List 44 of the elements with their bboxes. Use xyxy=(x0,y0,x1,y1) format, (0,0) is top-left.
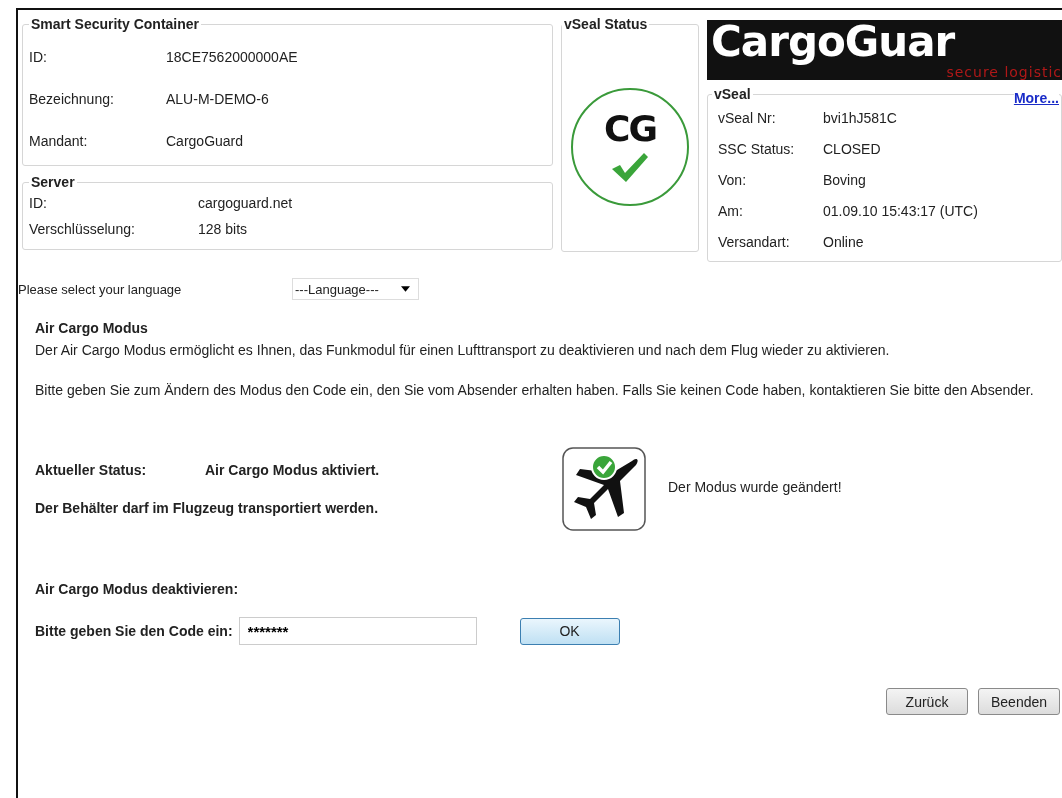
language-label: Please select your language xyxy=(18,281,183,297)
back-button[interactable]: Zurück xyxy=(886,688,968,715)
field-label: Versandart: xyxy=(718,233,791,250)
ok-button[interactable]: OK xyxy=(519,617,620,645)
field-label: SSC Status: xyxy=(718,140,796,157)
logo-name: CargoGuar xyxy=(710,20,955,64)
section-title: Air Cargo Modus xyxy=(35,320,149,336)
section-title: Air Cargo Modus deaktivieren: xyxy=(35,581,240,597)
group-title: vSeal Status xyxy=(563,16,649,32)
group-title: Server xyxy=(30,174,76,190)
status-value: Air Cargo Modus aktiviert. xyxy=(205,462,380,478)
field-value: cargoguard.net xyxy=(198,195,293,211)
caret-icon xyxy=(400,286,410,292)
more-link[interactable]: More... xyxy=(1013,90,1059,106)
field-value: Online xyxy=(823,233,864,250)
seal-logo-text: CG xyxy=(604,111,656,147)
field-label: Am: xyxy=(718,202,744,219)
field-value: 128 bits xyxy=(198,221,248,237)
field-label: Bezeichnung: xyxy=(29,91,115,107)
field-label: ID: xyxy=(29,195,48,211)
status-message: Der Modus wurde geändert! xyxy=(668,479,842,495)
field-label: Von: xyxy=(718,171,748,188)
paragraph: Der Air Cargo Modus ermöglicht es Ihnen, das Funkmodul für einen Lufttransport zu deaktivieren und nach dem Flug wieder zu aktivieren. xyxy=(35,341,891,360)
finish-button[interactable]: Beenden xyxy=(978,688,1060,715)
group-title: Smart Security Container xyxy=(30,16,201,32)
field-value: CLOSED xyxy=(823,140,881,157)
field-label: vSeal Nr: xyxy=(718,109,777,126)
paragraph: Bitte geben Sie zum Ändern des Modus den Code ein, den Sie vom Absender erhalten haben. Falls Sie keinen Code haben, kontaktieren Sie bitte den Absender. xyxy=(35,381,1035,400)
field-value: CargoGuard xyxy=(166,133,244,149)
status-label: Aktueller Status: xyxy=(35,462,148,478)
field-label: Mandant: xyxy=(29,133,89,149)
group-title: vSeal xyxy=(713,86,752,102)
code-label: Bitte geben Sie den Code ein: xyxy=(35,623,233,639)
language-dropdown[interactable]: ---Language--- xyxy=(292,278,419,300)
field-value: 01.09.10 15:43:17 (UTC) xyxy=(823,202,978,219)
logo-tagline: secure logistic xyxy=(946,64,1062,80)
field-value: Boving xyxy=(823,171,866,188)
field-value: bvi1hJ581C xyxy=(823,109,897,126)
field-label: Verschlüsselung: xyxy=(29,221,136,237)
code-input-field[interactable]: ******* xyxy=(238,617,477,645)
field-value: ALU-M-DEMO-6 xyxy=(166,91,269,107)
status-note: Der Behälter darf im Flugzeug transportiert werden. xyxy=(35,500,380,516)
field-label: ID: xyxy=(29,49,48,65)
field-value: 18CE7562000000AE xyxy=(166,49,298,65)
